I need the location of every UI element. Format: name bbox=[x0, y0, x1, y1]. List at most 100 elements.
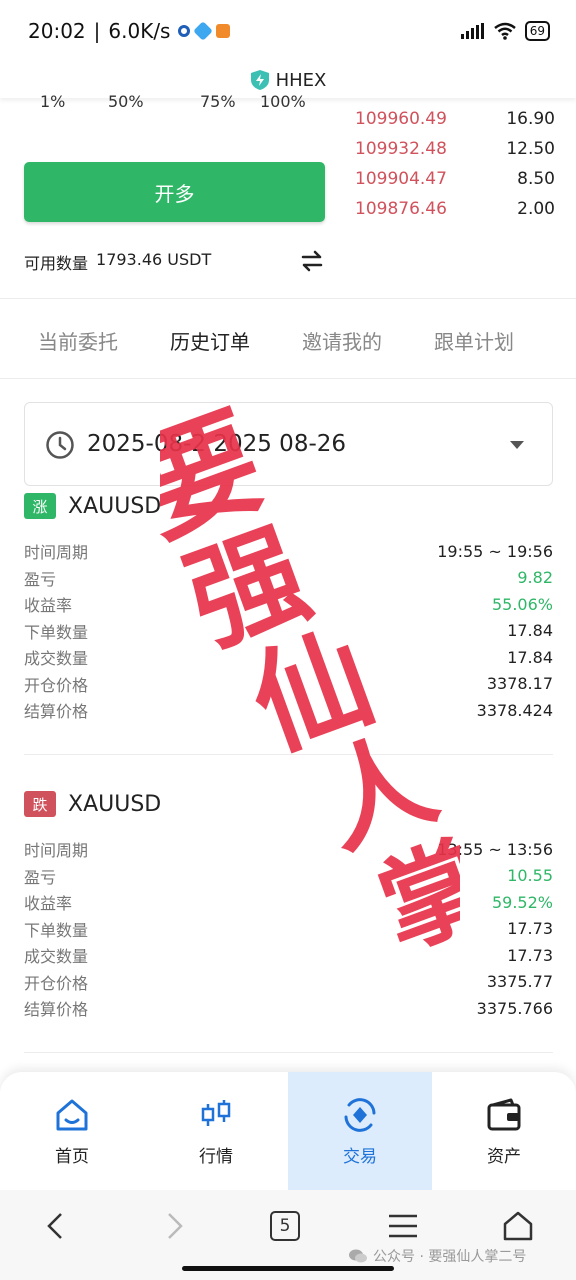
order-row: 开仓价格 3378.17 bbox=[24, 671, 553, 698]
fall-badge: 跌 bbox=[24, 791, 56, 817]
orderbook-qty: 12.50 bbox=[506, 139, 555, 159]
wifi-icon bbox=[493, 22, 516, 40]
leverage-percent-row: 1% 50% 75% 100% bbox=[0, 92, 330, 116]
row-label: 时间周期 bbox=[24, 841, 89, 861]
tab-order-history[interactable]: 历史订单 bbox=[170, 326, 250, 355]
orderbook-row[interactable]: 109876.46 2.00 bbox=[355, 194, 555, 224]
row-label: 成交数量 bbox=[24, 947, 89, 967]
tab-invited[interactable]: 邀请我的 bbox=[302, 326, 382, 355]
divider bbox=[24, 1052, 553, 1053]
row-label: 收益率 bbox=[24, 596, 73, 616]
wechat-credit: 公众号 · 要强仙人掌二号 bbox=[348, 1246, 526, 1266]
nav-home[interactable]: 首页 bbox=[0, 1072, 144, 1190]
percent-option[interactable]: 50% bbox=[108, 92, 144, 111]
row-value: 3378.17 bbox=[486, 674, 553, 694]
nav-home-label: 首页 bbox=[55, 1146, 89, 1167]
order-row: 时间周期 19:55 ~ 19:56 bbox=[24, 538, 553, 565]
row-label: 开仓价格 bbox=[24, 973, 89, 993]
available-balance: 可用数量 1793.46 USDT bbox=[24, 250, 211, 274]
percent-option[interactable]: 100% bbox=[260, 92, 306, 111]
row-value: 59.52% bbox=[491, 892, 553, 912]
row-label: 收益率 bbox=[24, 894, 73, 914]
order-tabs: 当前委托 历史订单 邀请我的 跟单计划 bbox=[0, 318, 576, 362]
swap-icon[interactable] bbox=[300, 250, 324, 272]
percent-option[interactable]: 75% bbox=[200, 92, 236, 111]
clock-icon bbox=[46, 431, 74, 459]
order-row: 成交数量 17.84 bbox=[24, 644, 553, 671]
orderbook-row[interactable]: 109960.49 16.90 bbox=[355, 104, 555, 134]
orderbook-row[interactable]: 109932.48 12.50 bbox=[355, 134, 555, 164]
status-bar: 20:02 | 6.0K/s 69 bbox=[0, 0, 576, 62]
row-label: 结算价格 bbox=[24, 702, 89, 722]
row-value: 3375.766 bbox=[476, 998, 553, 1018]
order-row: 下单数量 17.73 bbox=[24, 916, 553, 943]
back-icon[interactable] bbox=[38, 1208, 74, 1244]
order-row: 开仓价格 3375.77 bbox=[24, 969, 553, 996]
order-row: 盈亏 10.55 bbox=[24, 863, 553, 890]
row-value: 17.73 bbox=[507, 945, 553, 965]
orderbook-qty: 2.00 bbox=[517, 199, 555, 219]
orderbook-qty: 16.90 bbox=[506, 109, 555, 129]
open-long-button[interactable]: 开多 bbox=[24, 162, 325, 222]
signal-icon bbox=[460, 23, 484, 39]
orderbook-price: 109932.48 bbox=[355, 139, 447, 159]
battery-icon: 69 bbox=[524, 21, 550, 41]
orderbook-price: 109960.49 bbox=[355, 109, 447, 129]
percent-option[interactable]: 1% bbox=[40, 92, 65, 111]
row-label: 开仓价格 bbox=[24, 675, 89, 695]
tabs-button[interactable]: 5 bbox=[270, 1211, 300, 1241]
nav-trade[interactable]: 交易 bbox=[288, 1072, 432, 1190]
wechat-credit-text: 公众号 · 要强仙人掌二号 bbox=[373, 1249, 527, 1265]
row-value: 3378.424 bbox=[476, 700, 553, 720]
home-outline-icon[interactable] bbox=[500, 1208, 536, 1244]
menu-icon[interactable] bbox=[385, 1208, 421, 1244]
orderbook-row[interactable]: 109904.47 8.50 bbox=[355, 164, 555, 194]
wallet-icon bbox=[487, 1098, 521, 1130]
available-value: 1793.46 USDT bbox=[96, 250, 212, 269]
divider bbox=[0, 298, 576, 299]
row-value: 55.06% bbox=[491, 594, 553, 614]
nav-assets[interactable]: 资产 bbox=[432, 1072, 576, 1190]
row-value: 13:55 ~ 13:56 bbox=[437, 839, 553, 859]
orderbook: 109960.49 16.90 109932.48 12.50 109904.4… bbox=[355, 104, 555, 224]
forward-icon[interactable] bbox=[156, 1208, 192, 1244]
row-label: 成交数量 bbox=[24, 649, 89, 669]
orderbook-qty: 8.50 bbox=[517, 169, 555, 189]
orderbook-price: 109876.46 bbox=[355, 199, 447, 219]
order-row: 收益率 59.52% bbox=[24, 889, 553, 916]
row-label: 时间周期 bbox=[24, 543, 89, 563]
row-value: 10.55 bbox=[507, 866, 553, 886]
row-value: 17.84 bbox=[507, 621, 553, 641]
row-value: 17.84 bbox=[507, 647, 553, 667]
date-range-selector[interactable]: 2025-08-2 2025 08-26 bbox=[24, 402, 553, 486]
app-title: HHEX bbox=[275, 69, 327, 91]
rise-badge: 涨 bbox=[24, 493, 56, 519]
order-card: 涨 XAUUSD 时间周期 19:55 ~ 19:56 盈亏 9.82 收益率 55.… bbox=[24, 490, 553, 724]
orderbook-price: 109904.47 bbox=[355, 169, 447, 189]
app-notification-icon bbox=[216, 24, 231, 38]
order-symbol: XAUUSD bbox=[68, 791, 162, 817]
nav-assets-label: 资产 bbox=[487, 1146, 521, 1167]
tab-copy-plan[interactable]: 跟单计划 bbox=[434, 326, 514, 355]
nav-trade-label: 交易 bbox=[343, 1146, 377, 1167]
network-speed: 6.0K/s bbox=[108, 19, 171, 43]
order-row: 成交数量 17.73 bbox=[24, 942, 553, 969]
order-card: 跌 XAUUSD 时间周期 13:55 ~ 13:56 盈亏 10.55 收益率 59… bbox=[24, 788, 553, 1022]
row-label: 盈亏 bbox=[24, 867, 57, 887]
divider bbox=[0, 378, 576, 379]
order-row: 时间周期 13:55 ~ 13:56 bbox=[24, 836, 553, 863]
tab-current-orders[interactable]: 当前委托 bbox=[38, 326, 118, 355]
order-row: 下单数量 17.84 bbox=[24, 618, 553, 645]
order-row: 结算价格 3378.424 bbox=[24, 697, 553, 724]
bottom-nav: 首页 行情 交易 资产 bbox=[0, 1072, 576, 1190]
row-value: 3375.77 bbox=[486, 972, 553, 992]
candlestick-icon bbox=[201, 1099, 231, 1126]
row-label: 下单数量 bbox=[24, 622, 89, 642]
row-label: 盈亏 bbox=[24, 569, 57, 589]
nav-market[interactable]: 行情 bbox=[144, 1072, 288, 1190]
row-label: 下单数量 bbox=[24, 920, 89, 940]
trade-exchange-icon bbox=[344, 1097, 376, 1132]
home-icon bbox=[56, 1099, 88, 1130]
nav-market-label: 行情 bbox=[199, 1146, 233, 1167]
app-notification-icon bbox=[178, 25, 191, 37]
